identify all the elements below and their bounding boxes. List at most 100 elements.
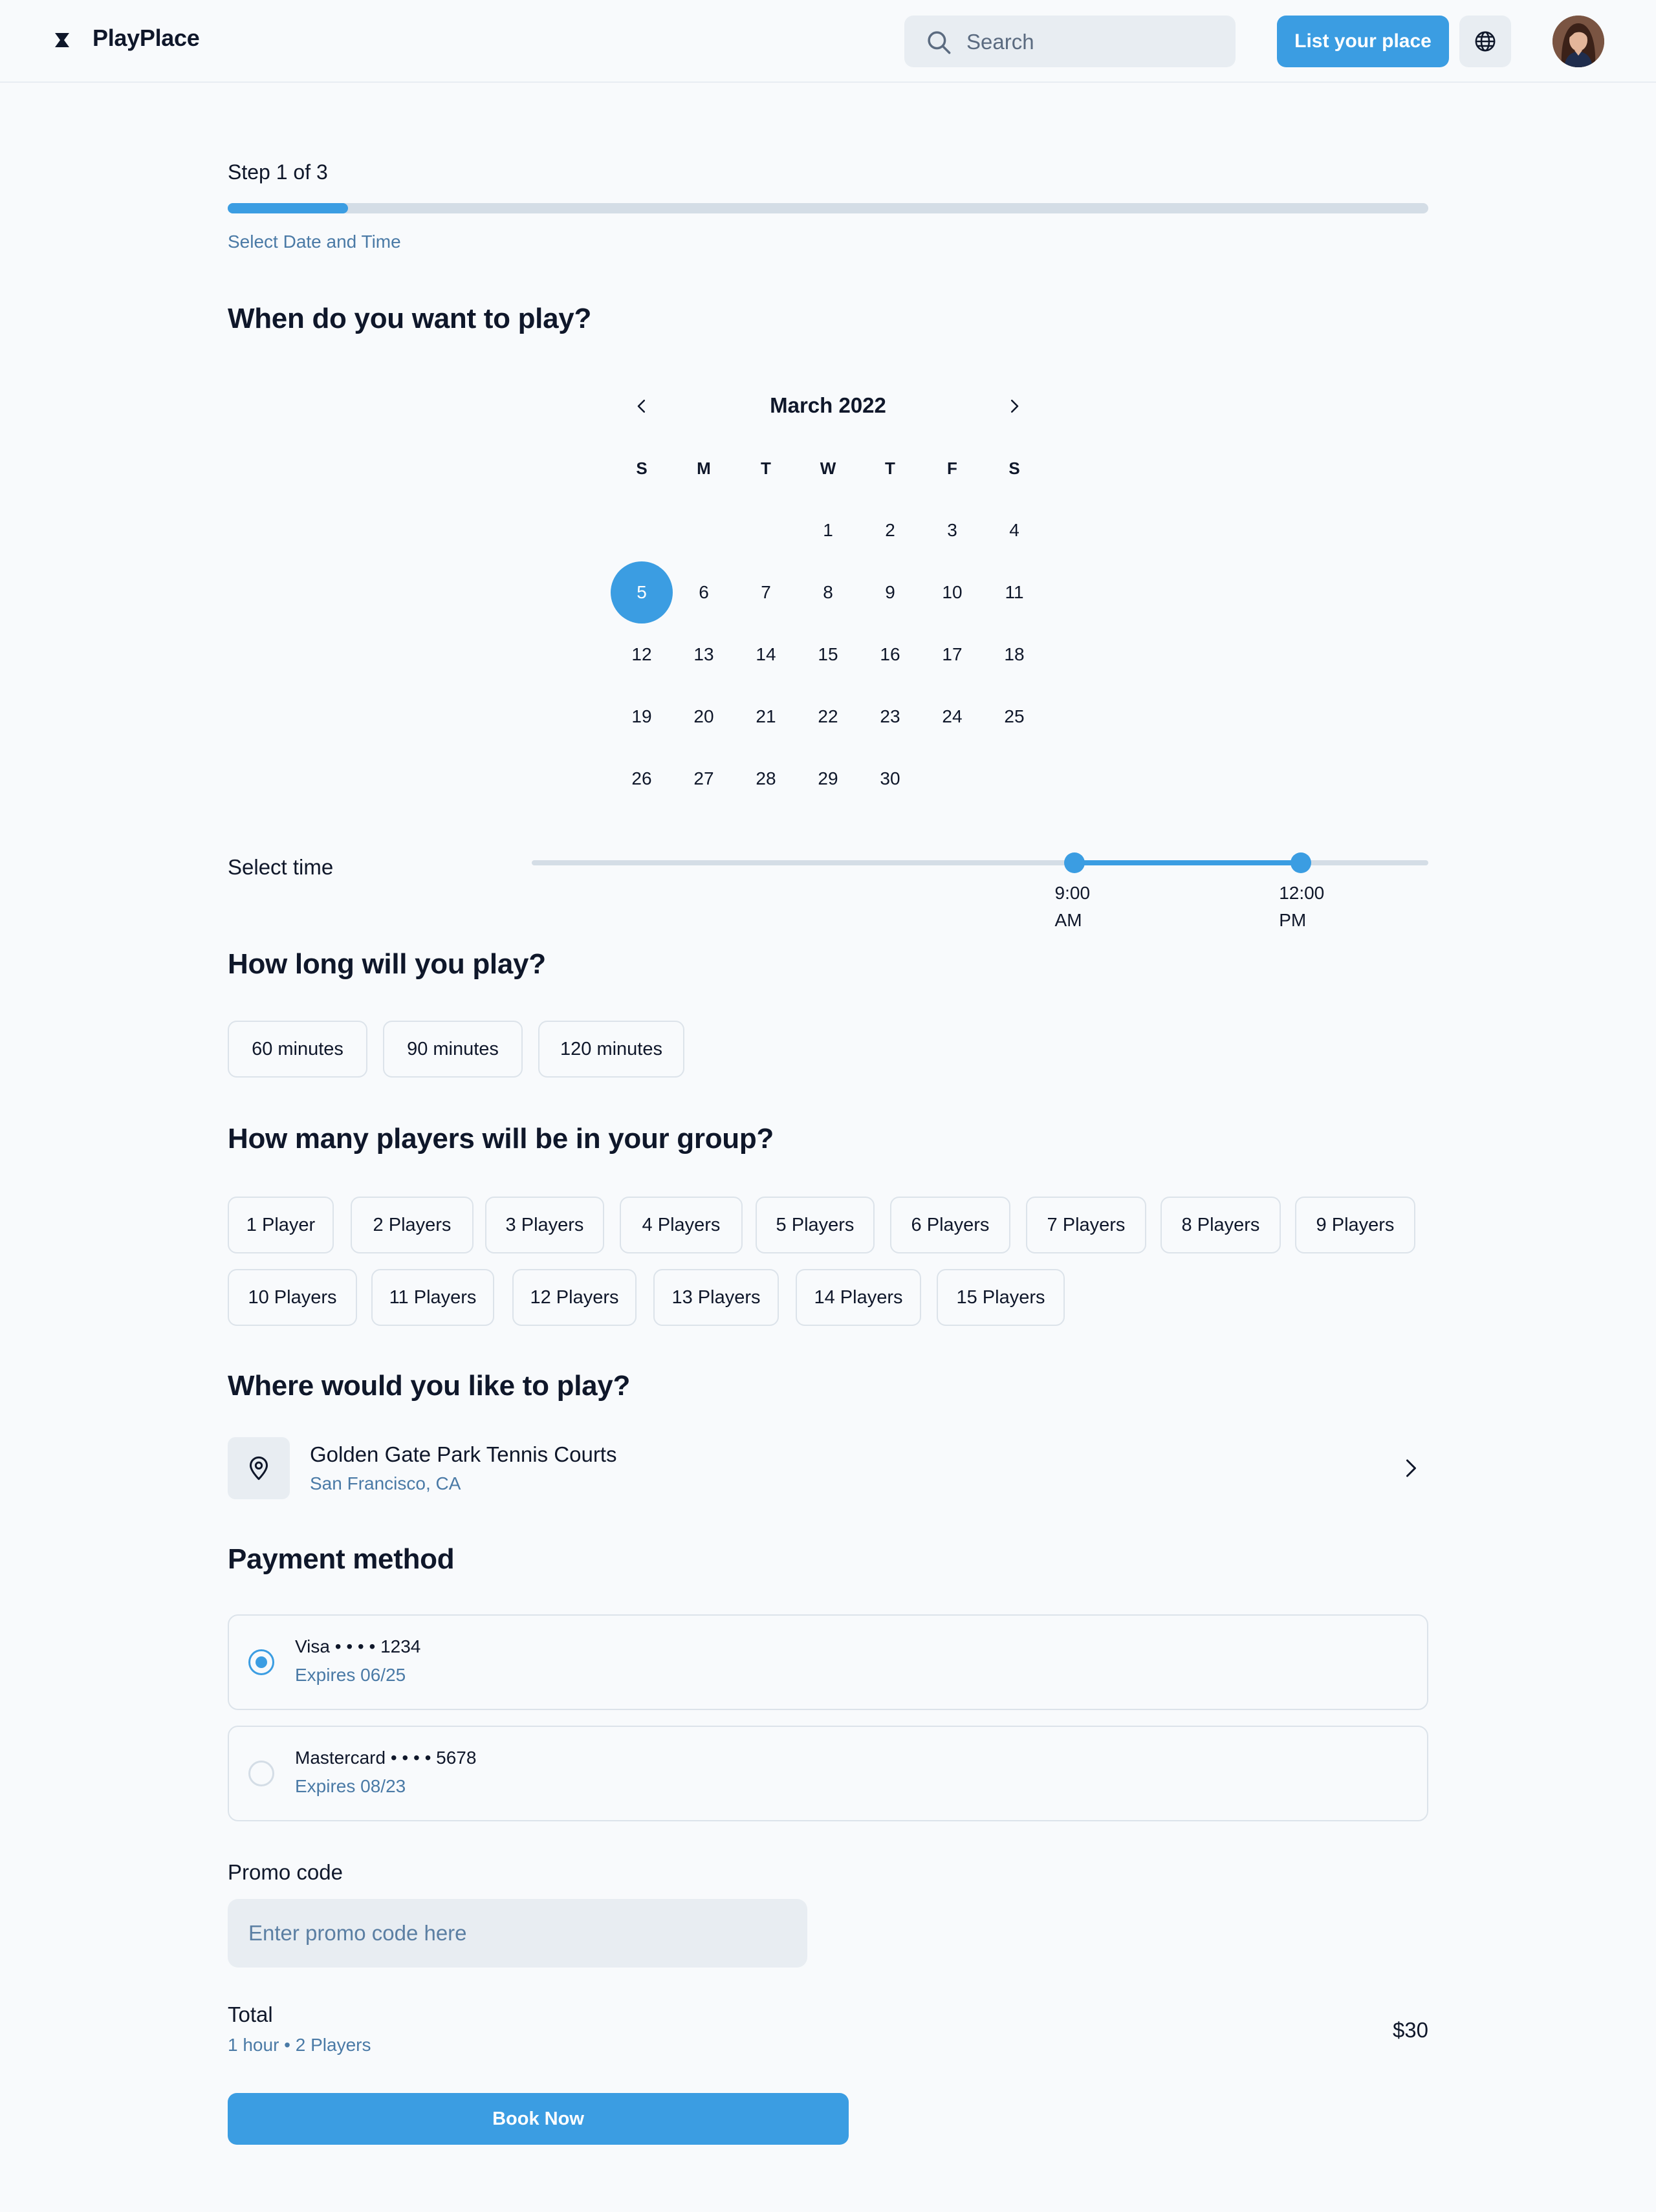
language-button[interactable] — [1459, 16, 1511, 67]
location-section-title: Where would you like to play? — [228, 1370, 631, 1402]
calendar-day[interactable]: 7 — [735, 561, 797, 623]
player-option[interactable]: 3 Players — [485, 1197, 604, 1253]
calendar-day-number: 5 — [611, 561, 673, 623]
calendar-day-selected[interactable]: 5 — [611, 561, 673, 623]
calendar-day[interactable]: 6 — [673, 561, 735, 623]
player-option[interactable]: 2 Players — [351, 1197, 474, 1253]
search-placeholder: Search — [966, 30, 1034, 54]
calendar-day-number: 21 — [756, 706, 776, 726]
payment-card-option[interactable]: Visa • • • • 1234 Expires 06/25 — [228, 1614, 1428, 1710]
date-section-title: When do you want to play? — [228, 303, 592, 334]
calendar-day[interactable]: 14 — [735, 623, 797, 686]
player-option[interactable]: 10 Players — [228, 1269, 357, 1326]
location-icon-box — [228, 1437, 290, 1499]
player-option[interactable]: 7 Players — [1026, 1197, 1146, 1253]
brand-name[interactable]: PlayPlace — [93, 25, 200, 52]
prev-month-button[interactable] — [627, 392, 656, 420]
player-option[interactable]: 15 Players — [937, 1269, 1065, 1326]
calendar-day[interactable]: 18 — [983, 623, 1045, 686]
time-start-line2: AM — [1054, 910, 1082, 930]
calendar-day[interactable]: 9 — [859, 561, 921, 623]
calendar-empty-cell — [735, 499, 797, 561]
list-your-place-button[interactable]: List your place — [1277, 16, 1449, 67]
calendar-day[interactable]: 17 — [921, 623, 983, 686]
time-slider-start-handle[interactable] — [1063, 852, 1085, 873]
promo-code-input[interactable] — [228, 1899, 807, 1968]
calendar-day-number: 24 — [942, 706, 963, 726]
calendar-day-number: 19 — [631, 706, 652, 726]
calendar-day[interactable]: 23 — [859, 686, 921, 748]
search-icon — [928, 31, 951, 54]
calendar-day-number: 18 — [1004, 644, 1025, 664]
calendar-day-number: 26 — [631, 768, 652, 788]
calendar-day[interactable]: 13 — [673, 623, 735, 686]
player-option[interactable]: 4 Players — [620, 1197, 743, 1253]
calendar-day[interactable]: 25 — [983, 686, 1045, 748]
weekday-header: M — [697, 458, 711, 478]
calendar-day-number: 2 — [885, 520, 895, 540]
player-option[interactable]: 6 Players — [890, 1197, 1010, 1253]
time-end-line2: PM — [1279, 910, 1307, 930]
player-option[interactable]: 12 Players — [512, 1269, 637, 1326]
calendar-day-number: 29 — [818, 768, 838, 788]
calendar-day[interactable]: 1 — [797, 499, 859, 561]
calendar-day[interactable]: 29 — [797, 748, 859, 810]
player-option[interactable]: 9 Players — [1295, 1197, 1415, 1253]
calendar-day-number: 4 — [1009, 520, 1019, 540]
player-option[interactable]: 14 Players — [796, 1269, 921, 1326]
calendar-day[interactable]: 12 — [611, 623, 673, 686]
calendar-day-number: 12 — [631, 644, 652, 664]
time-label: Select time — [228, 855, 334, 879]
calendar-day[interactable]: 8 — [797, 561, 859, 623]
player-option[interactable]: 11 Players — [371, 1269, 494, 1326]
calendar-day[interactable]: 26 — [611, 748, 673, 810]
duration-option[interactable]: 90 minutes — [383, 1021, 523, 1078]
calendar-day-number: 25 — [1004, 706, 1025, 726]
globe-icon — [1475, 31, 1496, 52]
weekday-header: S — [1008, 458, 1020, 478]
calendar-day[interactable]: 10 — [921, 561, 983, 623]
time-slider-end-handle[interactable] — [1291, 852, 1312, 873]
player-option[interactable]: 8 Players — [1160, 1197, 1281, 1253]
duration-option[interactable]: 60 minutes — [228, 1021, 367, 1078]
calendar-day[interactable]: 11 — [983, 561, 1045, 623]
calendar-day[interactable]: 20 — [673, 686, 735, 748]
calendar-day[interactable]: 19 — [611, 686, 673, 748]
calendar-day[interactable]: 3 — [921, 499, 983, 561]
calendar-day[interactable]: 22 — [797, 686, 859, 748]
user-avatar[interactable] — [1552, 16, 1604, 67]
calendar-day[interactable]: 4 — [983, 499, 1045, 561]
location-name[interactable]: Golden Gate Park Tennis Courts — [310, 1442, 616, 1467]
calendar-day[interactable]: 15 — [797, 623, 859, 686]
calendar-day-number: 1 — [823, 520, 833, 540]
weekday-header: T — [885, 458, 895, 478]
total-label: Total — [228, 2002, 273, 2026]
payment-radio-selected[interactable] — [248, 1649, 274, 1675]
player-option[interactable]: 1 Player — [228, 1197, 334, 1253]
next-month-button[interactable] — [1000, 392, 1029, 420]
calendar-day[interactable]: 24 — [921, 686, 983, 748]
payment-card-option[interactable]: Mastercard • • • • 5678 Expires 08/23 — [228, 1726, 1428, 1821]
location-select-button[interactable] — [1396, 1454, 1424, 1482]
calendar-day[interactable]: 30 — [859, 748, 921, 810]
calendar-day[interactable]: 27 — [673, 748, 735, 810]
player-option[interactable]: 13 Players — [653, 1269, 779, 1326]
search-bar[interactable]: Search — [904, 16, 1236, 67]
calendar-day-number: 6 — [699, 582, 709, 602]
duration-option[interactable]: 120 minutes — [538, 1021, 684, 1078]
calendar-day[interactable]: 21 — [735, 686, 797, 748]
calendar-day-number: 10 — [942, 582, 963, 602]
payment-section-title: Payment method — [228, 1543, 455, 1575]
player-option[interactable]: 5 Players — [756, 1197, 875, 1253]
weekday-header: T — [761, 458, 771, 478]
time-start-value: 9:00 AM — [1055, 880, 1091, 934]
calendar-day[interactable]: 2 — [859, 499, 921, 561]
calendar-empty-cell — [611, 499, 673, 561]
step-name: Select Date and Time — [228, 232, 401, 252]
calendar-day[interactable]: 28 — [735, 748, 797, 810]
duration-section-title: How long will you play? — [228, 948, 546, 980]
book-now-button[interactable]: Book Now — [228, 2093, 849, 2145]
players-section-title: How many players will be in your group? — [228, 1123, 774, 1155]
calendar-day[interactable]: 16 — [859, 623, 921, 686]
payment-radio[interactable] — [248, 1761, 274, 1786]
